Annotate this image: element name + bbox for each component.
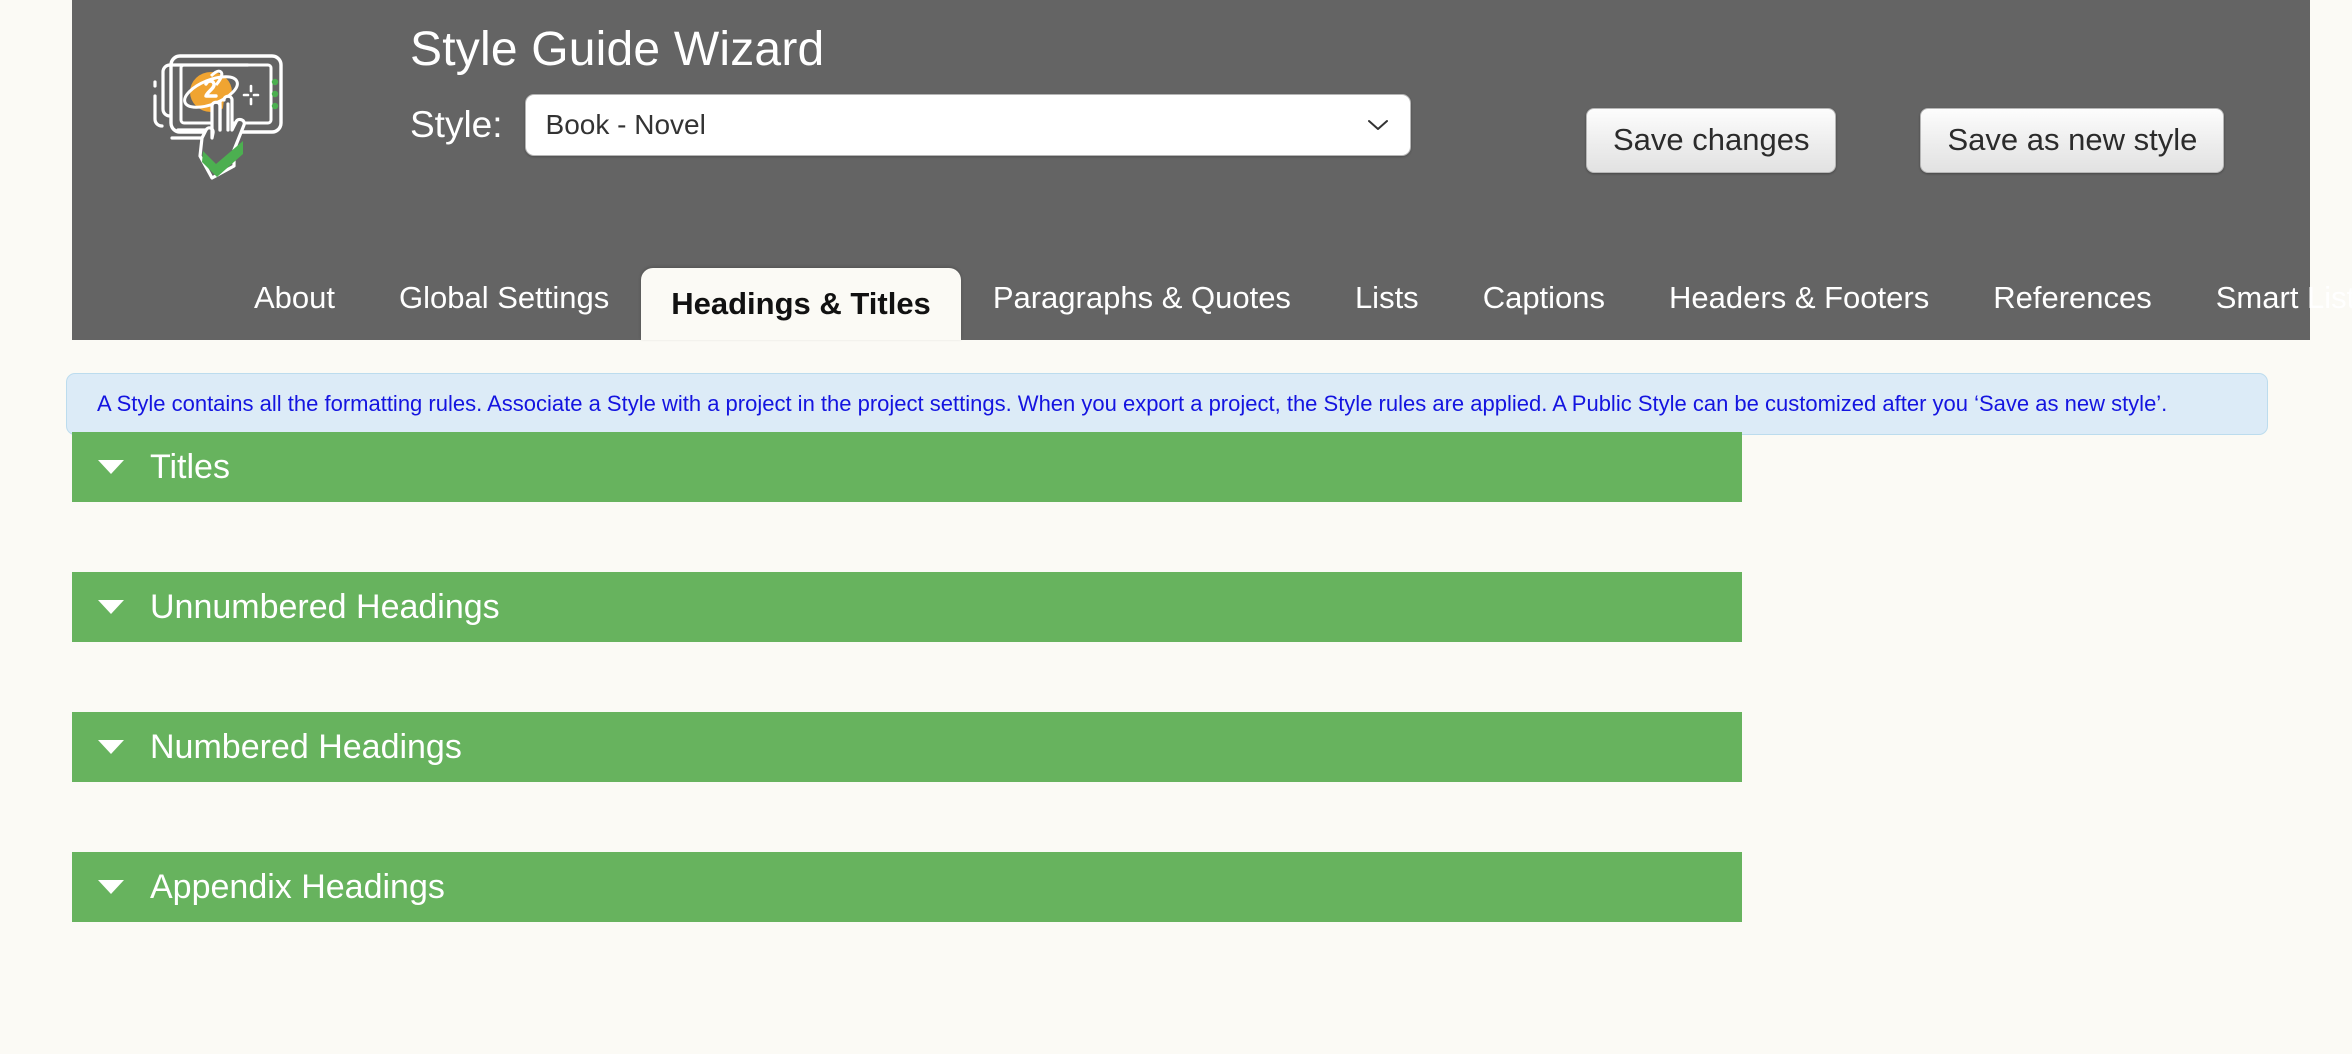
page-title: Style Guide Wizard: [410, 23, 825, 76]
accordion-panel-label: Numbered Headings: [150, 728, 462, 766]
style-select-wrapper: Book - Novel: [524, 94, 1411, 156]
tab-bar: About Global Settings Headings & Titles …: [72, 256, 2352, 340]
app-header: Style Guide Wizard Style: Book - Novel S…: [72, 0, 2352, 340]
accordion-panel-label: Appendix Headings: [150, 868, 445, 906]
accordion-panel-label: Unnumbered Headings: [150, 588, 500, 626]
tab-global-settings[interactable]: Global Settings: [367, 256, 641, 340]
tab-headers-and-footers[interactable]: Headers & Footers: [1637, 256, 1961, 340]
header-top-row: Style Guide Wizard Style: Book - Novel S…: [72, 0, 2310, 256]
accordion-panel-titles[interactable]: Titles: [72, 432, 1742, 502]
triangle-down-icon: [98, 740, 124, 754]
info-banner-text: A Style contains all the formatting rule…: [97, 391, 2168, 416]
triangle-down-icon: [98, 460, 124, 474]
style-selector-row: Style: Book - Novel: [410, 94, 1411, 156]
tab-references[interactable]: References: [1961, 256, 2184, 340]
tab-about[interactable]: About: [222, 256, 367, 340]
info-banner: A Style contains all the formatting rule…: [66, 373, 2268, 435]
title-block: Style Guide Wizard Style: Book - Novel: [410, 22, 1411, 156]
tab-smart-lists[interactable]: Smart Lists: [2184, 256, 2352, 340]
accordion-panel-appendix-headings[interactable]: Appendix Headings: [72, 852, 1742, 922]
tab-paragraphs-and-quotes[interactable]: Paragraphs & Quotes: [961, 256, 1323, 340]
header-action-buttons: Save changes Save as new style: [1586, 108, 2225, 173]
accordion-panel-label: Titles: [150, 448, 230, 486]
accordion-panel-numbered-headings[interactable]: Numbered Headings: [72, 712, 1742, 782]
tablet-planet-touch-icon: [140, 38, 300, 188]
tab-captions[interactable]: Captions: [1451, 256, 1637, 340]
accordion-panel-unnumbered-headings[interactable]: Unnumbered Headings: [72, 572, 1742, 642]
triangle-down-icon: [98, 600, 124, 614]
style-label: Style:: [410, 104, 503, 145]
tab-headings-and-titles[interactable]: Headings & Titles: [641, 268, 961, 340]
save-changes-button[interactable]: Save changes: [1586, 108, 1837, 173]
style-select[interactable]: Book - Novel: [524, 94, 1411, 156]
accordion-panel-list: Titles Unnumbered Headings Numbered Head…: [72, 432, 1742, 922]
save-as-new-style-button[interactable]: Save as new style: [1920, 108, 2225, 173]
page-root: Style Guide Wizard Style: Book - Novel S…: [0, 0, 2352, 1054]
tab-lists[interactable]: Lists: [1323, 256, 1451, 340]
triangle-down-icon: [98, 880, 124, 894]
